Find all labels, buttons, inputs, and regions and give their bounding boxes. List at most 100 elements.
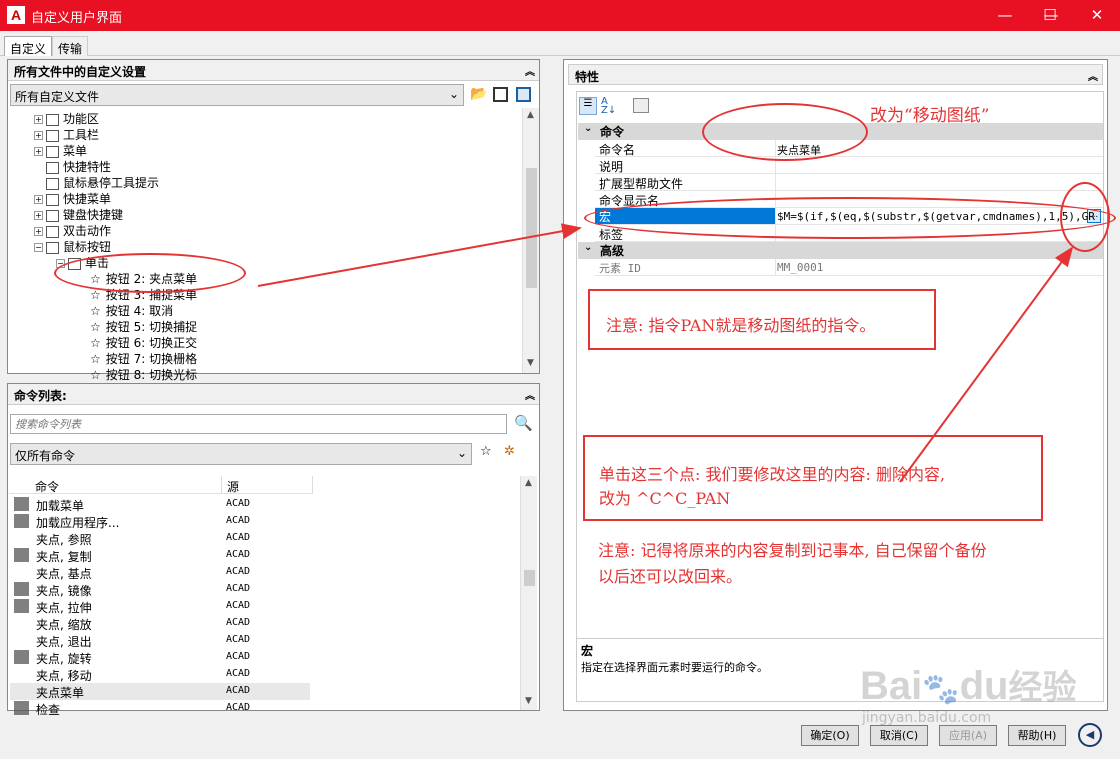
tree-item[interactable]: ☆ 按钮 4: 取消 [78, 302, 173, 318]
expand-icon[interactable]: + [34, 211, 43, 220]
scroll-down-icon[interactable]: ▼ [525, 696, 532, 706]
new-command-icon[interactable]: ✲ [504, 444, 515, 459]
save-icon[interactable] [493, 87, 508, 102]
command-icon [14, 548, 29, 562]
list-item[interactable]: 夹点, 移动 ACAD [10, 666, 310, 683]
star-icon: ☆ [90, 304, 101, 318]
command-name: 夹点, 镜像 [36, 584, 92, 598]
property-pages-icon[interactable] [633, 98, 649, 113]
tree-item[interactable]: ☆ 按钮 6: 切换正交 [78, 334, 197, 350]
column-command[interactable]: 命令 [35, 478, 59, 495]
command-icon [14, 650, 29, 664]
tree-item[interactable]: ☆ 按钮 8: 切换光标 [78, 366, 197, 382]
list-item[interactable]: 夹点, 参照 ACAD [10, 530, 310, 547]
tree-scrollbar[interactable]: ▲ ▼ [522, 108, 539, 373]
tree-item[interactable]: + 工具栏 [34, 126, 99, 142]
list-item[interactable]: 检查 ACAD [10, 700, 310, 717]
tab-transfer[interactable]: 传输 [52, 36, 89, 56]
list-item[interactable]: 夹点, 基点 ACAD [10, 564, 310, 581]
list-item[interactable]: 夹点菜单 ACAD [10, 683, 310, 700]
tree-item[interactable]: ☆ 按钮 5: 切换捕捉 [78, 318, 197, 334]
alphabetical-sort-icon[interactable]: A Z↓ [601, 97, 619, 116]
collapse-icon[interactable]: ︽ [525, 387, 535, 402]
command-scrollbar[interactable]: ▲ ▼ [520, 476, 537, 710]
chevron-down-icon: ⌄ [448, 87, 459, 101]
command-source: ACAD [226, 600, 251, 611]
tree-item[interactable]: ☆ 按钮 7: 切换栅格 [78, 350, 197, 366]
list-item[interactable]: 夹点, 复制 ACAD [10, 547, 310, 564]
list-item[interactable]: 加载菜单 ACAD [10, 496, 310, 513]
property-row[interactable]: 说明 [595, 157, 1103, 174]
scroll-down-icon[interactable]: ▼ [527, 358, 534, 368]
minimize-icon[interactable]: — [982, 0, 1028, 31]
list-item[interactable]: 夹点, 拉伸 ACAD [10, 598, 310, 615]
collapse-icon[interactable]: − [34, 243, 43, 252]
category-advanced[interactable]: ⌄ 高级 [578, 242, 1103, 259]
save-as-icon[interactable] [516, 87, 531, 102]
property-row-element-id[interactable]: 元素 ID MM_0001 [595, 259, 1103, 276]
annotation-pan-note: 注意: 指令PAN就是移动图纸的指令。 [606, 316, 876, 335]
list-item[interactable]: 加载应用程序... ACAD [10, 513, 310, 530]
tree-item-label: 快捷特性 [63, 160, 112, 174]
maximize-button[interactable]: ☐ [1027, 0, 1073, 31]
command-name: 加载菜单 [36, 499, 85, 513]
categorized-icon[interactable]: ☰ [579, 97, 597, 115]
customization-file-select[interactable]: 所有自定义文件 ⌄ [10, 84, 464, 106]
expand-icon[interactable]: + [34, 131, 43, 140]
tree-item[interactable]: + 菜单 [34, 142, 87, 158]
node-icon [46, 145, 59, 158]
command-filter-select[interactable]: 仅所有命令 ⌄ [10, 443, 472, 465]
tree-item[interactable]: + 快捷菜单 [34, 190, 111, 206]
tab-customize[interactable]: 自定义 [4, 36, 53, 56]
property-row[interactable]: 扩展型帮助文件 [595, 174, 1103, 191]
tree-item[interactable]: 鼠标悬停工具提示 [34, 174, 159, 190]
tree-item[interactable]: + 键盘快捷键 [34, 206, 123, 222]
command-source: ACAD [226, 617, 251, 628]
command-source: ACAD [226, 532, 251, 543]
help-button[interactable]: 帮助(H) [1008, 725, 1066, 746]
tree-item-label: 按钮 4: 取消 [105, 304, 174, 318]
annotation-line: 单击这三个点: 我们要修改这里的内容: 删除内容, [599, 465, 946, 484]
scroll-up-icon[interactable]: ▲ [527, 110, 534, 120]
command-list-panel: 命令列表: ︽ 🔍 仅所有命令 ⌄ ☆ ✲ 命令 源 加载菜单ACAD加载应用程… [7, 383, 540, 717]
open-file-icon[interactable]: 📂 [470, 86, 488, 103]
tree-item[interactable]: + 功能区 [34, 110, 99, 126]
scroll-thumb[interactable] [526, 168, 537, 288]
node-icon [46, 177, 59, 190]
ok-button[interactable]: 确定(O) [801, 725, 859, 746]
list-item[interactable]: 夹点, 旋转 ACAD [10, 649, 310, 666]
command-name: 检查 [36, 703, 61, 717]
cancel-button[interactable]: 取消(C) [870, 725, 928, 746]
expand-icon[interactable]: + [34, 115, 43, 124]
list-item[interactable]: 夹点, 缩放 ACAD [10, 615, 310, 632]
collapse-arrow-icon[interactable]: ⌄ [584, 123, 592, 134]
tree-item[interactable]: − 鼠标按钮 [34, 238, 111, 254]
tree-item-label: 鼠标悬停工具提示 [63, 176, 160, 190]
back-icon[interactable]: ◀ [1078, 723, 1102, 747]
tree-item[interactable]: + 双击动作 [34, 222, 111, 238]
apply-button[interactable]: 应用(A) [939, 725, 997, 746]
annotation-backup-note: 注意: 记得将原来的内容复制到记事本, 自己保留个备份 [598, 541, 987, 560]
expand-icon[interactable]: + [34, 147, 43, 156]
annotation-ellipse-tree [54, 253, 246, 293]
list-item[interactable]: 夹点, 镜像 ACAD [10, 581, 310, 598]
expand-icon[interactable]: + [34, 195, 43, 204]
collapse-arrow-icon[interactable]: ⌄ [584, 242, 592, 253]
column-source[interactable]: 源 [227, 478, 239, 495]
find-command-icon[interactable]: ☆ [480, 444, 492, 459]
command-icon [14, 497, 29, 511]
search-icon[interactable]: 🔍 [514, 414, 533, 432]
collapse-icon[interactable]: ︽ [1088, 68, 1098, 83]
command-search-input[interactable] [10, 414, 507, 434]
scroll-thumb[interactable] [524, 570, 535, 586]
close-button[interactable]: ✕ [1074, 0, 1120, 31]
tree-item[interactable]: 快捷特性 [34, 158, 111, 174]
panel-header: 特性 ︽ [568, 64, 1103, 85]
star-icon: ☆ [90, 320, 101, 334]
watermark-text: 经验 [1008, 669, 1077, 707]
list-item[interactable]: 夹点, 退出 ACAD [10, 632, 310, 649]
tree-item-label: 按钮 7: 切换栅格 [105, 352, 198, 366]
collapse-icon[interactable]: ︽ [525, 63, 535, 78]
expand-icon[interactable]: + [34, 227, 43, 236]
scroll-up-icon[interactable]: ▲ [525, 478, 532, 488]
